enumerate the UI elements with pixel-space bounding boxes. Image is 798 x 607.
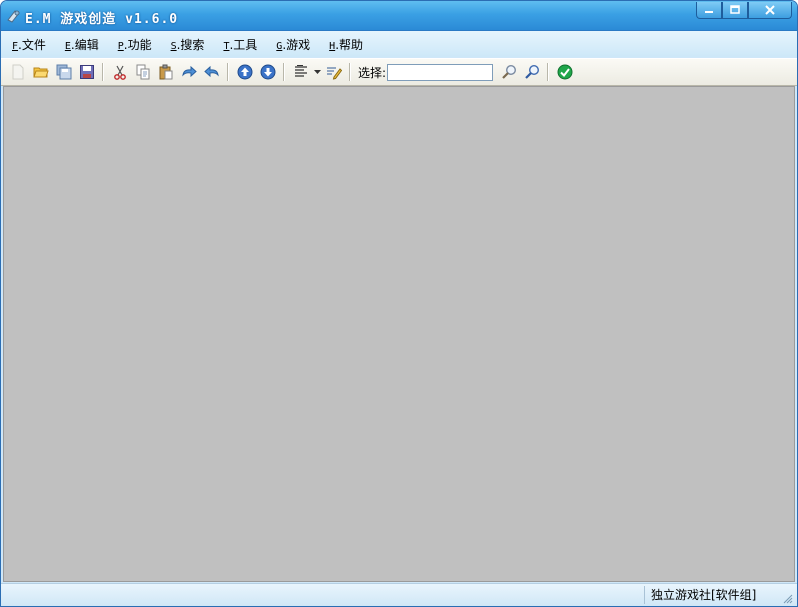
edit-icon — [327, 67, 342, 80]
resize-grip-icon[interactable] — [783, 594, 793, 604]
status-text: 独立游戏社[软件组] — [644, 586, 756, 604]
select-label: 选择: — [358, 65, 387, 80]
menu-tools[interactable]: T.工具 — [222, 34, 258, 55]
minimize-icon — [705, 11, 713, 13]
menu-file[interactable]: F.文件 — [11, 34, 47, 55]
open-button[interactable] — [30, 61, 52, 83]
toolbar-separator — [349, 63, 351, 81]
menu-label: .编辑 — [70, 37, 99, 52]
menu-search[interactable]: S.搜索 — [170, 34, 206, 55]
app-icon — [7, 10, 20, 23]
redo-icon — [182, 65, 197, 78]
maximize-icon — [730, 5, 740, 14]
select-input[interactable] — [387, 63, 494, 81]
close-button[interactable] — [748, 2, 792, 19]
new-file-icon — [12, 64, 24, 80]
edit-button[interactable] — [323, 61, 345, 83]
arrow-up-icon — [237, 64, 253, 80]
menu-label: .帮助 — [335, 37, 364, 52]
confirm-button[interactable] — [554, 61, 576, 83]
menu-label: .文件 — [18, 37, 46, 52]
save-all-icon — [56, 64, 72, 80]
align-icon — [295, 65, 307, 77]
status-bar: 独立游戏社[软件组] — [1, 583, 797, 606]
title-bar[interactable]: E.M 游戏创造 v1.6.0 — [1, 1, 797, 31]
search-next-button[interactable] — [521, 61, 543, 83]
align-button[interactable] — [290, 61, 312, 83]
save-icon — [80, 65, 94, 79]
window-title: E.M 游戏创造 v1.6.0 — [25, 12, 179, 27]
workspace-area[interactable] — [3, 86, 795, 582]
menu-game[interactable]: G.游戏 — [275, 34, 311, 55]
search-button[interactable] — [498, 61, 520, 83]
align-dropdown-button[interactable] — [312, 61, 322, 83]
menu-bar: F.文件 E.编辑 P.功能 S.搜索 T.工具 G.游戏 H.帮助 — [1, 31, 797, 57]
paste-icon — [159, 64, 173, 80]
minimize-button[interactable] — [696, 2, 722, 19]
menu-help[interactable]: H.帮助 — [328, 34, 364, 55]
app-window: E.M 游戏创造 v1.6.0 F.文件 E.编辑 P.功能 S.搜索 T.工具… — [0, 0, 798, 607]
new-file-button[interactable] — [7, 61, 29, 83]
paste-button[interactable] — [155, 61, 177, 83]
redo-button[interactable] — [178, 61, 200, 83]
dropdown-icon — [313, 70, 321, 74]
copy-icon — [136, 64, 150, 80]
move-up-button[interactable] — [234, 61, 256, 83]
cut-button[interactable] — [109, 61, 131, 83]
confirm-check-icon — [557, 64, 573, 80]
menu-label: .搜索 — [176, 37, 205, 52]
cut-icon — [114, 65, 126, 80]
menu-label: .工具 — [229, 37, 258, 52]
search-icon — [502, 64, 517, 79]
save-button[interactable] — [76, 61, 98, 83]
open-folder-icon — [33, 67, 49, 78]
toolbar: 选择: — [1, 58, 797, 86]
menu-label: .功能 — [123, 37, 152, 52]
arrow-down-icon — [260, 64, 276, 80]
toolbar-separator — [102, 63, 104, 81]
window-controls — [696, 2, 792, 19]
undo-button[interactable] — [201, 61, 223, 83]
toolbar-separator — [227, 63, 229, 81]
toolbar-separator — [547, 63, 550, 81]
undo-icon — [204, 65, 219, 78]
copy-button[interactable] — [132, 61, 154, 83]
toolbar-separator — [283, 63, 285, 81]
move-down-button[interactable] — [257, 61, 279, 83]
menu-edit[interactable]: E.编辑 — [64, 34, 100, 55]
close-icon — [765, 5, 775, 15]
search-next-icon — [525, 64, 540, 79]
menu-label: .游戏 — [282, 37, 311, 52]
save-all-button[interactable] — [53, 61, 75, 83]
maximize-button[interactable] — [722, 2, 748, 19]
menu-function[interactable]: P.功能 — [117, 34, 153, 55]
